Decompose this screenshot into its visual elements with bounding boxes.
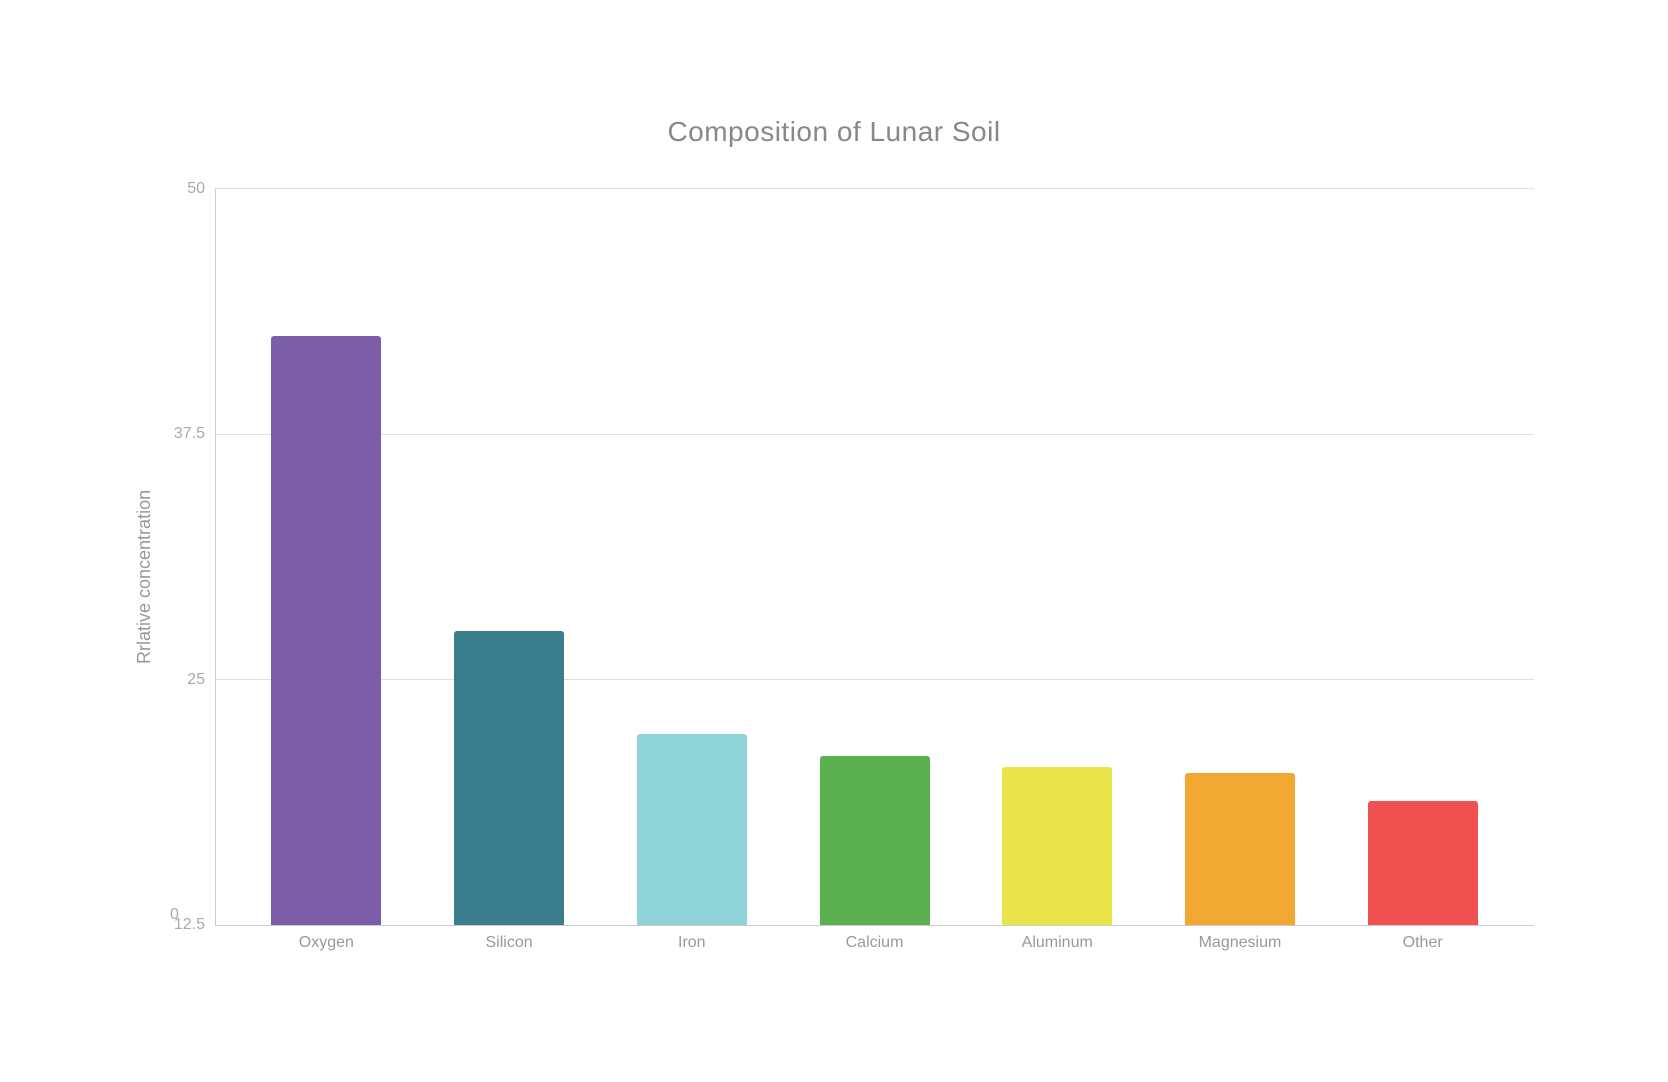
x-label-group: Calcium [783, 926, 966, 966]
bar-group [1331, 188, 1514, 926]
x-label-group: Magnesium [1149, 926, 1332, 966]
bar-iron [637, 734, 747, 926]
bar-magnesium [1185, 773, 1295, 927]
bar-group [1149, 188, 1332, 926]
chart-inner: 5037.52512.5 0 OxygenSiliconIronCalciumA… [165, 188, 1534, 966]
grid-and-bars: 5037.52512.5 0 OxygenSiliconIronCalciumA… [165, 188, 1534, 966]
bar-group [600, 188, 783, 926]
bar-silicon [454, 631, 564, 926]
bar-calcium [820, 756, 930, 926]
bar-group [418, 188, 601, 926]
x-axis-label-magnesium: Magnesium [1199, 934, 1282, 952]
grid-tick-label: 37.5 [155, 425, 205, 443]
x-label-group: Iron [600, 926, 783, 966]
bar-aluminum [1002, 767, 1112, 926]
x-label-group: Silicon [418, 926, 601, 966]
chart-title: Composition of Lunar Soil [667, 116, 1000, 148]
x-axis-label-oxygen: Oxygen [299, 934, 354, 952]
x-axis-label-aluminum: Aluminum [1022, 934, 1093, 952]
grid-tick-label: 25 [155, 671, 205, 689]
x-axis-label-silicon: Silicon [486, 934, 533, 952]
axis-zero-label: 0 [170, 906, 179, 924]
y-axis-label: Rrlative concentration [134, 188, 155, 966]
chart-container: Composition of Lunar Soil Rrlative conce… [134, 116, 1534, 966]
grid-tick-label: 50 [155, 180, 205, 198]
x-label-group: Oxygen [235, 926, 418, 966]
x-label-group: Aluminum [966, 926, 1149, 966]
x-axis-label-iron: Iron [678, 934, 706, 952]
bar-group [783, 188, 966, 926]
bar-group [966, 188, 1149, 926]
x-axis: Oxygen Silicon Iron Calcium Aluminum Magnesiu… [215, 926, 1534, 966]
bar-group [235, 188, 418, 926]
bar-other [1368, 801, 1478, 926]
x-label-group: Other [1331, 926, 1514, 966]
chart-area: Rrlative concentration 5037.52512.5 0 Ox… [134, 188, 1534, 966]
x-axis-label-other: Other [1403, 934, 1443, 952]
bars-container [215, 188, 1534, 926]
grid-tick-label: 12.5 [155, 916, 205, 934]
bar-oxygen [271, 336, 381, 926]
x-axis-label-calcium: Calcium [846, 934, 904, 952]
